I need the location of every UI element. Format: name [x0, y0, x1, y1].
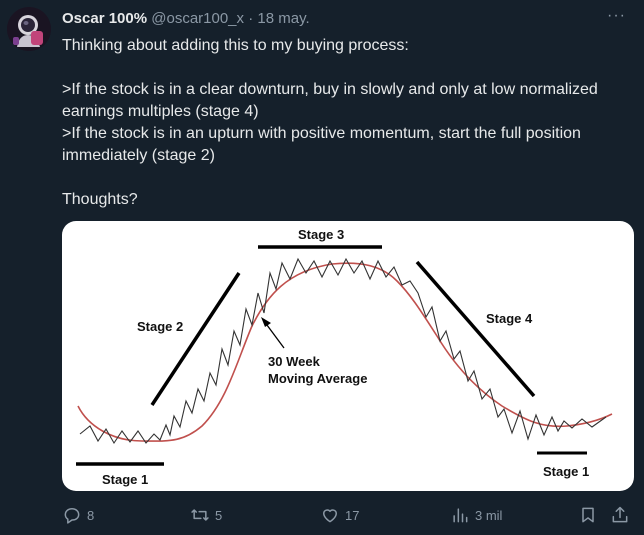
- retweet-count: 5: [215, 507, 223, 523]
- label-stage2: Stage 2: [137, 319, 183, 334]
- separator: ·: [248, 10, 254, 27]
- tweet-text: Thinking about adding this to my buying …: [62, 35, 634, 211]
- tweet-header: Oscar 100% @oscar100_x · 18 may.: [62, 9, 310, 29]
- ma-arrowhead: [261, 317, 271, 327]
- label-ma-line2: Moving Average: [268, 371, 367, 386]
- astronaut-avatar-image: [7, 7, 51, 51]
- tweet-line: >If the stock is in a clear downturn, bu…: [62, 81, 598, 120]
- moving-average-line: [77, 262, 613, 442]
- like-button[interactable]: 17: [320, 505, 359, 525]
- tweet-date[interactable]: 18 may.: [257, 10, 309, 27]
- reply-count: 8: [87, 507, 95, 523]
- tweet-line: >If the stock is in an upturn with posit…: [62, 125, 581, 164]
- label-stage1-left: Stage 1: [102, 472, 148, 487]
- stage-analysis-diagram: Stage 1 Stage 2 Stage 3 Stage 4 Stage 1 …: [76, 227, 613, 487]
- more-icon[interactable]: ···: [607, 7, 626, 25]
- label-ma-line1: 30 Week: [268, 354, 321, 369]
- views-count: 3 mil: [475, 507, 503, 523]
- like-icon: [323, 509, 337, 523]
- reply-button[interactable]: 8: [62, 505, 94, 525]
- label-stage4: Stage 4: [486, 311, 533, 326]
- reply-icon: [64, 508, 80, 524]
- share-icon: [612, 506, 628, 523]
- tweet-line: Thoughts?: [62, 191, 138, 208]
- tweet-line: Thinking about adding this to my buying …: [62, 37, 409, 54]
- label-stage1-right: Stage 1: [543, 464, 589, 479]
- retweet-icon: [191, 509, 209, 521]
- bookmark-icon: [582, 507, 594, 523]
- stage2-bar: [150, 272, 241, 406]
- action-bar: 8 5 17 3 mil: [62, 505, 634, 529]
- like-count: 17: [345, 507, 360, 523]
- price-line: [79, 257, 607, 445]
- author-name[interactable]: Oscar 100%: [62, 10, 147, 27]
- author-handle[interactable]: @oscar100_x: [151, 10, 244, 27]
- views-button[interactable]: 3 mil: [450, 505, 502, 525]
- label-stage3: Stage 3: [298, 227, 344, 242]
- views-icon: [453, 508, 468, 523]
- bookmark-button[interactable]: [578, 505, 598, 525]
- tweet-media-image[interactable]: Stage 1 Stage 2 Stage 3 Stage 4 Stage 1 …: [62, 221, 634, 491]
- avatar[interactable]: [7, 7, 51, 51]
- share-button[interactable]: [610, 505, 630, 525]
- retweet-button[interactable]: 5: [190, 505, 222, 525]
